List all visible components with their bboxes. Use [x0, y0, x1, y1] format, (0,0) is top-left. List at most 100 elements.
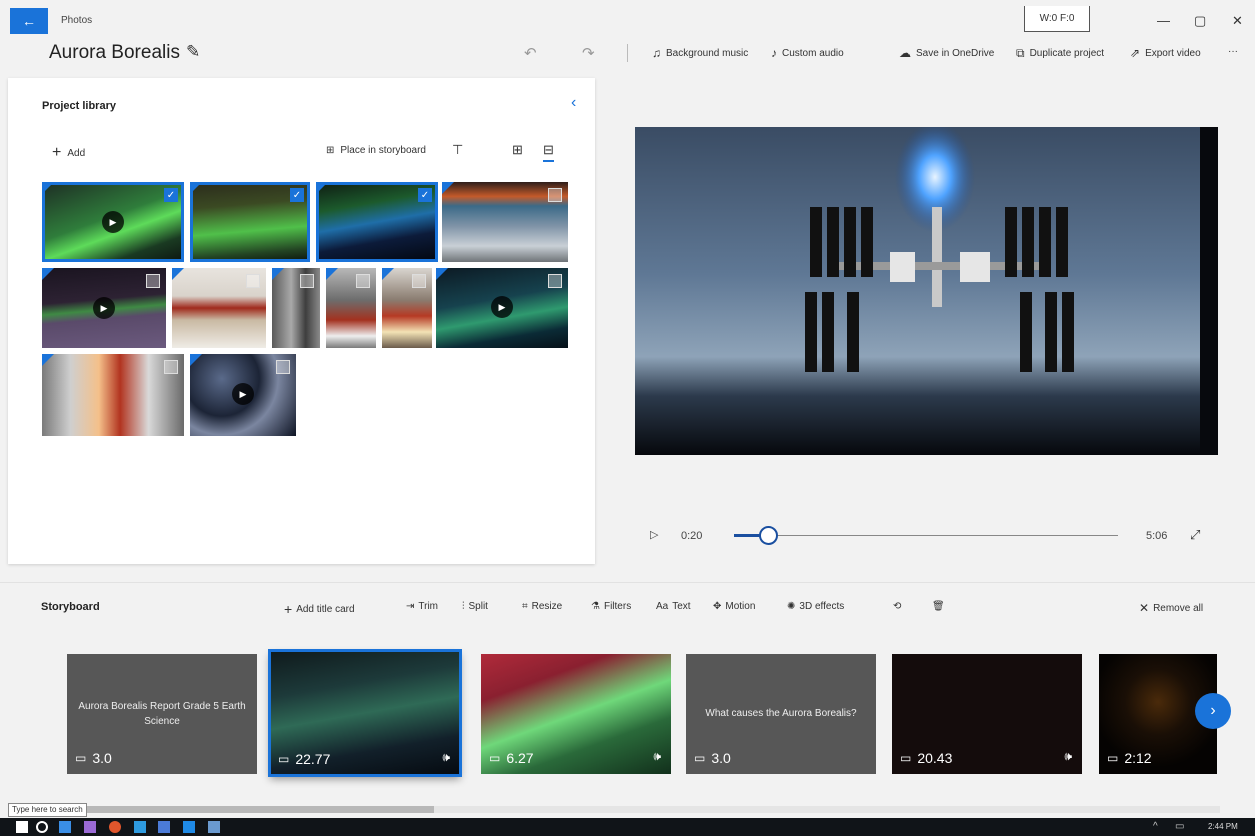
add-title-card-button[interactable]: + Add title card — [284, 601, 355, 617]
checkbox[interactable] — [356, 274, 370, 288]
checkbox[interactable] — [300, 274, 314, 288]
cortana-icon[interactable] — [36, 821, 48, 833]
play-icon: ▶ — [102, 211, 124, 233]
undo-button[interactable]: ↶ — [524, 44, 537, 62]
background-music-button[interactable]: ♫ Background music — [652, 46, 748, 60]
storyboard-clip[interactable]: What causes the Aurora Borealis? ▭ 3.0 — [686, 654, 876, 774]
film-icon: ▭ — [278, 752, 290, 766]
film-icon: ▭ — [489, 751, 501, 765]
scrollbar-thumb[interactable] — [30, 806, 434, 813]
library-item[interactable]: ✓ — [316, 182, 438, 262]
storyboard-panel: Storyboard + Add title card ⇥ Trim ⫶ Spl… — [0, 582, 1255, 810]
back-button[interactable]: ← — [10, 8, 48, 34]
storyboard-clip[interactable]: ▭ 20.43 🕪 — [892, 654, 1082, 774]
library-item[interactable] — [172, 268, 266, 348]
place-in-storyboard-button[interactable]: ⊞ Place in storyboard — [326, 145, 426, 156]
checkbox[interactable] — [412, 274, 426, 288]
library-item[interactable]: ▶ — [190, 354, 296, 436]
browser-icon[interactable] — [109, 821, 121, 833]
rotate-button[interactable]: ⟲ — [893, 601, 901, 612]
arrow-left-icon: ← — [22, 13, 36, 29]
save-onedrive-button[interactable]: ☁ Save in OneDrive — [899, 46, 994, 60]
speaker-icon[interactable]: 🕪 — [653, 749, 661, 764]
close-icon: ✕ — [1139, 601, 1150, 615]
seek-slider[interactable] — [759, 526, 778, 545]
delete-icon[interactable]: ⊤ — [452, 142, 463, 158]
library-item[interactable]: ✓ ▶ — [42, 182, 184, 262]
storyboard-clip[interactable]: ▭ 22.77 🕪 — [268, 649, 462, 777]
close-button[interactable]: ✕ — [1232, 13, 1243, 29]
library-item[interactable] — [326, 268, 376, 348]
photos-taskbar-icon[interactable] — [208, 821, 220, 833]
task-view-icon[interactable] — [59, 821, 71, 833]
filters-button[interactable]: ⚗ Filters — [591, 601, 631, 612]
library-title: Project library — [42, 100, 116, 112]
taskbar: ^ ▭ 2:44 PM — [0, 818, 1255, 836]
checkbox[interactable] — [146, 274, 160, 288]
mail-icon[interactable] — [158, 821, 170, 833]
storyboard-clip[interactable]: ▭ 6.27 🕪 — [481, 654, 671, 774]
library-item[interactable]: ▶ — [436, 268, 568, 348]
motion-button[interactable]: ✥ Motion — [713, 601, 755, 612]
seek-track[interactable] — [734, 535, 1118, 536]
clock[interactable]: 2:44 PM — [1208, 822, 1238, 831]
play-icon: ▶ — [232, 383, 254, 405]
trim-button[interactable]: ⇥ Trim — [406, 601, 438, 612]
library-item[interactable]: ▶ — [42, 268, 166, 348]
trim-label: Trim — [418, 601, 439, 612]
store-icon[interactable] — [84, 821, 96, 833]
more-button[interactable]: ··· — [1228, 46, 1238, 57]
duplicate-project-button[interactable]: ⧉ Duplicate project — [1016, 46, 1104, 61]
windows-start-icon[interactable] — [16, 821, 28, 833]
checkbox[interactable]: ✓ — [418, 188, 432, 202]
library-item[interactable] — [442, 182, 568, 262]
expand-icon[interactable]: ⤢ — [1190, 527, 1200, 543]
checkbox[interactable]: ✓ — [290, 188, 304, 202]
checkbox[interactable] — [276, 360, 290, 374]
chevron-up-icon[interactable]: ^ — [1153, 821, 1158, 832]
add-button[interactable]: + Add — [52, 144, 85, 162]
motion-icon: ✥ — [713, 601, 722, 612]
collapse-chevron-icon[interactable]: ‹ — [571, 94, 576, 112]
checkbox[interactable]: ✓ — [164, 188, 178, 202]
library-item[interactable] — [272, 268, 320, 348]
storyboard-clip[interactable]: Aurora Borealis Report Grade 5 Earth Sci… — [67, 654, 257, 774]
custom-audio-button[interactable]: ♪ Custom audio — [771, 46, 844, 60]
redo-button[interactable]: ↷ — [582, 44, 595, 62]
checkbox[interactable] — [246, 274, 260, 288]
clip-duration-value: 20.43 — [917, 750, 953, 766]
library-item[interactable]: ✓ — [190, 182, 310, 262]
library-item[interactable] — [382, 268, 432, 348]
speaker-icon[interactable]: 🕪 — [1064, 749, 1072, 764]
text-button[interactable]: Aa Text — [656, 601, 691, 612]
play-button[interactable]: ▷ — [650, 528, 658, 541]
audio-person-icon: ♪ — [771, 46, 777, 60]
explorer-icon[interactable] — [183, 821, 195, 833]
export-video-button[interactable]: ⇗ Export video — [1130, 46, 1201, 60]
resize-button[interactable]: ⌗ Resize — [522, 601, 562, 612]
split-button[interactable]: ⫶ Split — [462, 601, 488, 612]
scroll-right-button[interactable]: › — [1195, 693, 1231, 729]
pencil-icon[interactable]: ✎ — [186, 42, 200, 62]
delete-clip-button[interactable]: 🗑 — [932, 601, 945, 612]
keyboard-icon[interactable]: ▭ — [1175, 821, 1184, 832]
maximize-button[interactable]: ▢ — [1194, 13, 1206, 29]
remove-all-button[interactable]: ✕ Remove all — [1139, 601, 1203, 615]
checkbox[interactable] — [164, 360, 178, 374]
app-icon[interactable] — [134, 821, 146, 833]
minimize-button[interactable]: — — [1157, 13, 1170, 28]
clip-duration: ▭ 2:12 — [1107, 750, 1152, 766]
3d-effects-button[interactable]: ✺ 3D effects — [787, 601, 844, 612]
checkbox[interactable] — [548, 274, 562, 288]
speaker-icon[interactable]: 🕪 — [442, 750, 450, 765]
library-item[interactable] — [42, 354, 184, 436]
custom-audio-label: Custom audio — [782, 47, 844, 59]
project-name[interactable]: Aurora Borealis — [49, 42, 180, 64]
large-grid-view-icon[interactable]: ⊟ — [543, 142, 554, 162]
3d-effects-label: 3D effects — [799, 601, 845, 612]
checkbox[interactable] — [548, 188, 562, 202]
video-preview[interactable] — [635, 127, 1218, 455]
small-grid-view-icon[interactable]: ⊞ — [512, 142, 523, 158]
add-title-card-label: Add title card — [296, 603, 355, 615]
preview-image — [635, 127, 1218, 455]
